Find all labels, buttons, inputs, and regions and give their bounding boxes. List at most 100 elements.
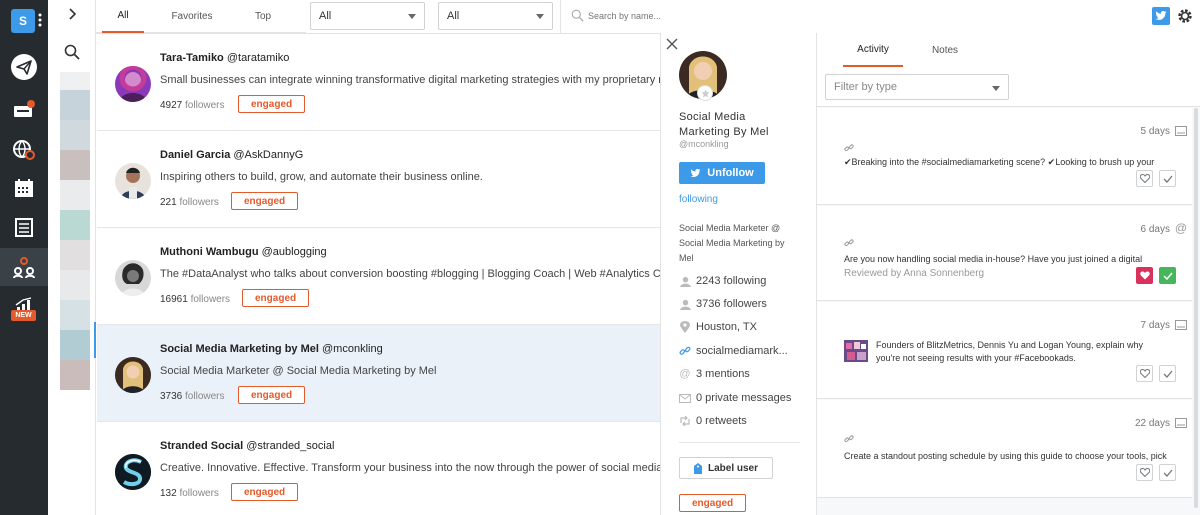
filter-select-1[interactable]: All bbox=[310, 2, 425, 30]
table-row[interactable]: Muthoni Wambugu @aublogging The #DataAna… bbox=[97, 228, 660, 325]
tab-favorites[interactable]: Favorites bbox=[162, 0, 222, 33]
user-handle[interactable]: @mconkling bbox=[322, 343, 383, 355]
user-handle[interactable]: @aublogging bbox=[262, 246, 327, 258]
engaged-badge[interactable]: engaged bbox=[231, 483, 299, 501]
activity-scrollbar[interactable] bbox=[1194, 108, 1198, 508]
filter-tabs: All Favorites Top bbox=[96, 0, 306, 33]
followers-label: followers bbox=[179, 197, 219, 208]
engaged-badge[interactable]: engaged bbox=[231, 192, 299, 210]
nav-publish[interactable] bbox=[0, 48, 48, 86]
nav-audience[interactable] bbox=[0, 248, 48, 286]
color-swatch bbox=[60, 210, 90, 240]
activity-text: ✔Breaking into the #socialmediamarketing… bbox=[844, 157, 1155, 167]
color-swatch bbox=[60, 240, 90, 270]
stat-private-messages-text: 0 private messages bbox=[696, 392, 792, 404]
stat-followers: 3736 followers bbox=[679, 298, 767, 310]
activity-item[interactable]: 22 days Create a standout posting schedu… bbox=[817, 400, 1192, 498]
like-button-active[interactable] bbox=[1136, 267, 1153, 284]
search-icon bbox=[571, 9, 584, 22]
search-icon[interactable] bbox=[64, 44, 80, 60]
followers-count: 16961 bbox=[160, 294, 188, 305]
color-swatch bbox=[60, 330, 90, 360]
like-button[interactable] bbox=[1136, 365, 1153, 382]
nav-inbox[interactable] bbox=[0, 90, 48, 128]
table-row[interactable]: Tara-Tamiko @taratamiko Small businesses… bbox=[97, 34, 660, 131]
tab-notes[interactable]: Notes bbox=[917, 33, 973, 67]
workspace-avatar[interactable]: S bbox=[11, 9, 35, 33]
complete-button[interactable] bbox=[1159, 170, 1176, 187]
user-name[interactable]: Muthoni Wambugu bbox=[160, 246, 259, 258]
table-row[interactable]: Daniel Garcia @AskDannyG Inspiring other… bbox=[97, 131, 660, 228]
followers-label: followers bbox=[179, 488, 219, 499]
complete-button-active[interactable] bbox=[1159, 267, 1176, 284]
activity-item[interactable]: 7 days Founders of BlitzMetrics, Dennis … bbox=[817, 302, 1192, 399]
twitter-bird-icon bbox=[1155, 11, 1167, 20]
search-bar bbox=[560, 0, 1150, 33]
user-name-line: Muthoni Wambugu @aublogging bbox=[160, 246, 327, 258]
engaged-badge[interactable]: engaged bbox=[242, 289, 310, 307]
engaged-badge[interactable]: engaged bbox=[238, 95, 306, 113]
user-bio: Inspiring others to build, grow, and aut… bbox=[160, 171, 483, 183]
user-name[interactable]: Tara-Tamiko bbox=[160, 52, 224, 64]
stat-website[interactable]: socialmediamark... bbox=[679, 345, 788, 357]
stat-following: 2243 following bbox=[679, 275, 766, 287]
user-name-line: Stranded Social @stranded_social bbox=[160, 440, 334, 452]
activity-text-line2: you're not seeing results with your #Fac… bbox=[876, 353, 1076, 363]
followers-label: followers bbox=[190, 294, 231, 305]
main-nav: S NEW bbox=[0, 0, 48, 515]
tab-top[interactable]: Top bbox=[242, 0, 284, 33]
table-row-selected[interactable]: Social Media Marketing by Mel @mconkling… bbox=[97, 325, 660, 422]
more-vertical-icon[interactable] bbox=[38, 13, 42, 29]
twitter-account-button[interactable] bbox=[1152, 7, 1170, 25]
selected-indicator bbox=[94, 322, 96, 358]
nav-tasks[interactable] bbox=[0, 208, 48, 246]
check-icon bbox=[1163, 469, 1172, 477]
nav-listening[interactable] bbox=[0, 131, 48, 169]
engaged-badge[interactable]: engaged bbox=[238, 386, 306, 404]
check-icon bbox=[1163, 370, 1172, 378]
app-window: S NEW All Favorites Top All All Search b… bbox=[0, 0, 1200, 515]
close-icon[interactable] bbox=[666, 37, 678, 50]
activity-item[interactable]: 6 days @ Are you now handling social med… bbox=[817, 206, 1192, 301]
check-icon bbox=[1162, 272, 1173, 280]
engaged-badge[interactable]: engaged bbox=[679, 494, 747, 512]
user-followers: 132 followers bbox=[160, 488, 219, 499]
filter-select-1-value: All bbox=[319, 10, 332, 22]
tab-activity[interactable]: Activity bbox=[843, 33, 903, 67]
link-icon bbox=[679, 345, 691, 357]
user-handle[interactable]: @stranded_social bbox=[246, 440, 334, 452]
stat-website-text[interactable]: socialmediamark... bbox=[696, 345, 788, 357]
map-pin-icon bbox=[679, 321, 691, 333]
search-input[interactable] bbox=[588, 6, 888, 26]
user-handle[interactable]: @AskDannyG bbox=[233, 149, 303, 161]
calendar-icon bbox=[15, 179, 33, 197]
like-button[interactable] bbox=[1136, 170, 1153, 187]
user-handle[interactable]: @taratamiko bbox=[227, 52, 290, 64]
table-row[interactable]: Stranded Social @stranded_social Creativ… bbox=[97, 422, 660, 515]
complete-button[interactable] bbox=[1159, 464, 1176, 481]
chevron-right-icon[interactable] bbox=[65, 7, 79, 21]
complete-button[interactable] bbox=[1159, 365, 1176, 382]
tab-all[interactable]: All bbox=[102, 0, 144, 33]
tweet-card-icon bbox=[1175, 126, 1187, 136]
unfollow-button[interactable]: Unfollow bbox=[679, 162, 765, 184]
user-name[interactable]: Social Media Marketing by Mel bbox=[160, 343, 319, 355]
activity-item[interactable]: 5 days ✔Breaking into the #socialmediama… bbox=[817, 108, 1192, 205]
star-icon[interactable] bbox=[697, 85, 713, 101]
activity-tabs: Activity Notes bbox=[817, 33, 1200, 67]
followers-count: 132 bbox=[160, 488, 177, 499]
like-button[interactable] bbox=[1136, 464, 1153, 481]
post-thumbnail bbox=[844, 340, 868, 362]
gear-icon[interactable] bbox=[1176, 7, 1194, 25]
user-name[interactable]: Stranded Social bbox=[160, 440, 243, 452]
filter-select-2[interactable]: All bbox=[438, 2, 553, 30]
nav-calendar[interactable] bbox=[0, 169, 48, 207]
user-bio: Social Media Marketer @ Social Media Mar… bbox=[160, 365, 437, 377]
activity-text: Are you now handling social media in-hou… bbox=[844, 254, 1143, 264]
filter-by-type-select[interactable]: Filter by type bbox=[825, 74, 1009, 100]
label-user-button[interactable]: Label user bbox=[679, 457, 773, 479]
color-swatch bbox=[60, 90, 90, 120]
link-icon bbox=[844, 144, 854, 152]
activity-days: 22 days bbox=[1134, 418, 1170, 429]
user-name[interactable]: Daniel Garcia bbox=[160, 149, 230, 161]
